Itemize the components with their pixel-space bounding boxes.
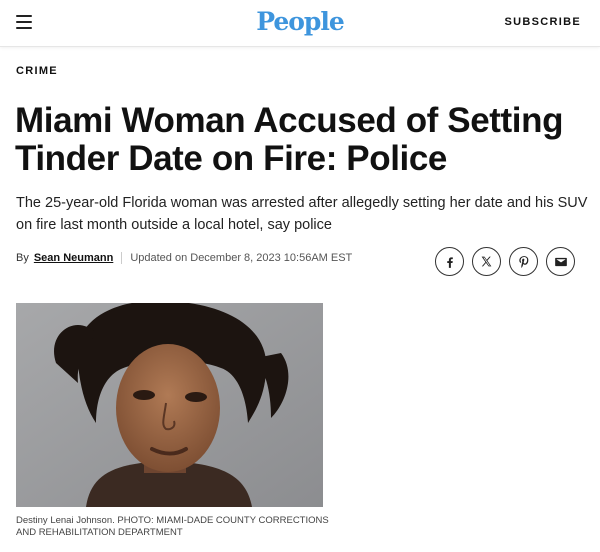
- facebook-share-button[interactable]: [435, 247, 464, 276]
- email-icon: [554, 257, 567, 266]
- byline-divider: [121, 252, 123, 264]
- author-link[interactable]: Sean Neumann: [34, 252, 113, 264]
- email-share-button[interactable]: [546, 247, 575, 276]
- mugshot-illustration: [16, 303, 323, 507]
- photo-caption: Destiny Lenai Johnson. PHOTO: MIAMI-DADE…: [16, 515, 336, 539]
- article-headline: Miami Woman Accused of Setting Tinder Da…: [15, 101, 564, 178]
- pinterest-icon: [518, 255, 528, 268]
- updated-date: Updated on December 8, 2023 10:56AM EST: [130, 252, 353, 264]
- byline: By Sean Neumann Updated on December 8, 2…: [16, 252, 352, 264]
- x-share-button[interactable]: [472, 247, 501, 276]
- facebook-icon: [446, 256, 453, 268]
- subscribe-button[interactable]: SUBSCRIBE: [505, 16, 582, 28]
- site-header: People SUBSCRIBE: [0, 0, 600, 47]
- byline-prefix: By: [16, 252, 29, 264]
- pinterest-share-button[interactable]: [509, 247, 538, 276]
- mugshot-photo: [16, 303, 323, 507]
- share-buttons: [435, 247, 575, 276]
- x-twitter-icon: [481, 256, 492, 267]
- article-dek: The 25-year-old Florida woman was arrest…: [16, 195, 588, 233]
- category-link[interactable]: CRIME: [16, 65, 58, 77]
- caption-subject: Destiny Lenai Johnson.: [16, 515, 115, 526]
